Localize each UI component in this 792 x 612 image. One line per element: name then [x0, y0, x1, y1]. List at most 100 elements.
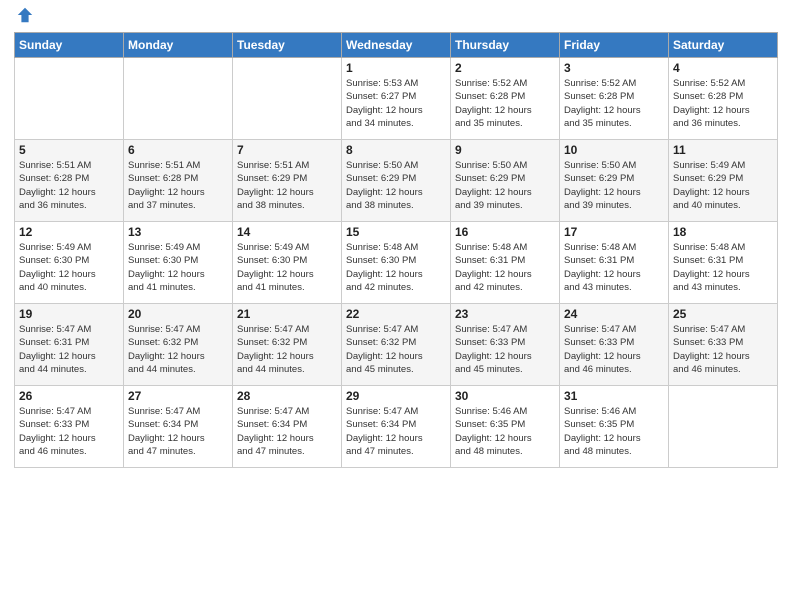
calendar-cell: 20Sunrise: 5:47 AM Sunset: 6:32 PM Dayli… [124, 304, 233, 386]
day-number: 8 [346, 143, 446, 157]
day-info: Sunrise: 5:46 AM Sunset: 6:35 PM Dayligh… [455, 405, 555, 458]
week-row-2: 5Sunrise: 5:51 AM Sunset: 6:28 PM Daylig… [15, 140, 778, 222]
day-info: Sunrise: 5:50 AM Sunset: 6:29 PM Dayligh… [455, 159, 555, 212]
day-number: 17 [564, 225, 664, 239]
day-number: 24 [564, 307, 664, 321]
calendar-cell: 16Sunrise: 5:48 AM Sunset: 6:31 PM Dayli… [451, 222, 560, 304]
day-info: Sunrise: 5:49 AM Sunset: 6:29 PM Dayligh… [673, 159, 773, 212]
day-info: Sunrise: 5:48 AM Sunset: 6:31 PM Dayligh… [673, 241, 773, 294]
day-number: 11 [673, 143, 773, 157]
week-row-1: 1Sunrise: 5:53 AM Sunset: 6:27 PM Daylig… [15, 58, 778, 140]
calendar-cell: 11 Sunrise: 5:49 AM Sunset: 6:29 PM Dayli… [669, 140, 778, 222]
day-number: 6 [128, 143, 228, 157]
day-info: Sunrise: 5:49 AM Sunset: 6:30 PM Dayligh… [237, 241, 337, 294]
calendar-cell: 15 Sunrise: 5:48 AM Sunset: 6:30 PM Dayli… [342, 222, 451, 304]
calendar-cell: 9 Sunrise: 5:50 AM Sunset: 6:29 PM Daylig… [451, 140, 560, 222]
calendar-cell: 21 Sunrise: 5:47 AM Sunset: 6:32 PM Dayli… [233, 304, 342, 386]
day-number: 28 [237, 389, 337, 403]
calendar-cell: 18 Sunrise: 5:48 AM Sunset: 6:31 PM Dayli… [669, 222, 778, 304]
calendar-cell [233, 58, 342, 140]
day-number: 7 [237, 143, 337, 157]
day-info: Sunrise: 5:47 AM Sunset: 6:32 PM Dayligh… [237, 323, 337, 376]
calendar-cell: 17 Sunrise: 5:48 AM Sunset: 6:31 PM Dayli… [560, 222, 669, 304]
day-info: Sunrise: 5:47 AM Sunset: 6:34 PM Dayligh… [346, 405, 446, 458]
calendar-cell: 8 Sunrise: 5:50 AM Sunset: 6:29 PM Daylig… [342, 140, 451, 222]
day-info: Sunrise: 5:49 AM Sunset: 6:30 PM Dayligh… [19, 241, 119, 294]
calendar-cell: 2 Sunrise: 5:52 AM Sunset: 6:28 PM Daylig… [451, 58, 560, 140]
calendar-cell: 28Sunrise: 5:47 AM Sunset: 6:34 PM Dayli… [233, 386, 342, 468]
logo-icon [16, 6, 34, 24]
weekday-friday: Friday [560, 33, 669, 58]
calendar-cell: 12 Sunrise: 5:49 AM Sunset: 6:30 PM Dayli… [15, 222, 124, 304]
calendar-cell: 13 Sunrise: 5:49 AM Sunset: 6:30 PM Dayli… [124, 222, 233, 304]
day-number: 2 [455, 61, 555, 75]
day-number: 9 [455, 143, 555, 157]
header [14, 10, 778, 24]
day-number: 19 [19, 307, 119, 321]
calendar-cell: 24 Sunrise: 5:47 AM Sunset: 6:33 PM Dayli… [560, 304, 669, 386]
day-info: Sunrise: 5:47 AM Sunset: 6:33 PM Dayligh… [19, 405, 119, 458]
weekday-tuesday: Tuesday [233, 33, 342, 58]
day-number: 31 [564, 389, 664, 403]
day-info: Sunrise: 5:48 AM Sunset: 6:31 PM Dayligh… [564, 241, 664, 294]
calendar-cell: 29 Sunrise: 5:47 AM Sunset: 6:34 PM Dayli… [342, 386, 451, 468]
weekday-thursday: Thursday [451, 33, 560, 58]
weekday-header-row: SundayMondayTuesdayWednesdayThursdayFrid… [15, 33, 778, 58]
weekday-saturday: Saturday [669, 33, 778, 58]
calendar-cell: 19 Sunrise: 5:47 AM Sunset: 6:31 PM Dayli… [15, 304, 124, 386]
day-number: 3 [564, 61, 664, 75]
day-info: Sunrise: 5:52 AM Sunset: 6:28 PM Dayligh… [455, 77, 555, 130]
calendar-cell [124, 58, 233, 140]
calendar-cell: 14 Sunrise: 5:49 AM Sunset: 6:30 PM Dayli… [233, 222, 342, 304]
day-info: Sunrise: 5:47 AM Sunset: 6:33 PM Dayligh… [455, 323, 555, 376]
day-info: Sunrise: 5:47 AM Sunset: 6:31 PM Dayligh… [19, 323, 119, 376]
day-info: Sunrise: 5:47 AM Sunset: 6:33 PM Dayligh… [673, 323, 773, 376]
day-number: 16 [455, 225, 555, 239]
calendar-cell: 5Sunrise: 5:51 AM Sunset: 6:28 PM Daylig… [15, 140, 124, 222]
calendar-cell: 4 Sunrise: 5:52 AM Sunset: 6:28 PM Daylig… [669, 58, 778, 140]
day-info: Sunrise: 5:48 AM Sunset: 6:30 PM Dayligh… [346, 241, 446, 294]
day-info: Sunrise: 5:53 AM Sunset: 6:27 PM Dayligh… [346, 77, 446, 130]
day-number: 18 [673, 225, 773, 239]
calendar-cell: 31Sunrise: 5:46 AM Sunset: 6:35 PM Dayli… [560, 386, 669, 468]
day-info: Sunrise: 5:47 AM Sunset: 6:34 PM Dayligh… [128, 405, 228, 458]
day-number: 12 [19, 225, 119, 239]
day-number: 22 [346, 307, 446, 321]
day-number: 23 [455, 307, 555, 321]
day-info: Sunrise: 5:49 AM Sunset: 6:30 PM Dayligh… [128, 241, 228, 294]
day-info: Sunrise: 5:50 AM Sunset: 6:29 PM Dayligh… [564, 159, 664, 212]
day-number: 10 [564, 143, 664, 157]
weekday-sunday: Sunday [15, 33, 124, 58]
calendar-cell: 27Sunrise: 5:47 AM Sunset: 6:34 PM Dayli… [124, 386, 233, 468]
week-row-5: 26 Sunrise: 5:47 AM Sunset: 6:33 PM Dayli… [15, 386, 778, 468]
logo [14, 10, 34, 24]
calendar-cell: 6 Sunrise: 5:51 AM Sunset: 6:28 PM Daylig… [124, 140, 233, 222]
week-row-4: 19 Sunrise: 5:47 AM Sunset: 6:31 PM Dayli… [15, 304, 778, 386]
calendar-cell: 30Sunrise: 5:46 AM Sunset: 6:35 PM Dayli… [451, 386, 560, 468]
day-info: Sunrise: 5:47 AM Sunset: 6:33 PM Dayligh… [564, 323, 664, 376]
day-info: Sunrise: 5:47 AM Sunset: 6:32 PM Dayligh… [346, 323, 446, 376]
day-info: Sunrise: 5:51 AM Sunset: 6:29 PM Dayligh… [237, 159, 337, 212]
day-info: Sunrise: 5:51 AM Sunset: 6:28 PM Dayligh… [19, 159, 119, 212]
weekday-wednesday: Wednesday [342, 33, 451, 58]
calendar-cell [669, 386, 778, 468]
day-info: Sunrise: 5:50 AM Sunset: 6:29 PM Dayligh… [346, 159, 446, 212]
day-info: Sunrise: 5:52 AM Sunset: 6:28 PM Dayligh… [564, 77, 664, 130]
day-number: 13 [128, 225, 228, 239]
day-number: 21 [237, 307, 337, 321]
weekday-monday: Monday [124, 33, 233, 58]
day-info: Sunrise: 5:51 AM Sunset: 6:28 PM Dayligh… [128, 159, 228, 212]
calendar-cell: 25Sunrise: 5:47 AM Sunset: 6:33 PM Dayli… [669, 304, 778, 386]
calendar-cell: 23 Sunrise: 5:47 AM Sunset: 6:33 PM Dayli… [451, 304, 560, 386]
day-number: 15 [346, 225, 446, 239]
day-number: 14 [237, 225, 337, 239]
day-number: 4 [673, 61, 773, 75]
calendar-table: SundayMondayTuesdayWednesdayThursdayFrid… [14, 32, 778, 468]
calendar-cell: 3 Sunrise: 5:52 AM Sunset: 6:28 PM Daylig… [560, 58, 669, 140]
day-number: 26 [19, 389, 119, 403]
day-info: Sunrise: 5:52 AM Sunset: 6:28 PM Dayligh… [673, 77, 773, 130]
day-number: 29 [346, 389, 446, 403]
page: SundayMondayTuesdayWednesdayThursdayFrid… [0, 0, 792, 612]
calendar-cell: 26 Sunrise: 5:47 AM Sunset: 6:33 PM Dayli… [15, 386, 124, 468]
calendar-cell [15, 58, 124, 140]
